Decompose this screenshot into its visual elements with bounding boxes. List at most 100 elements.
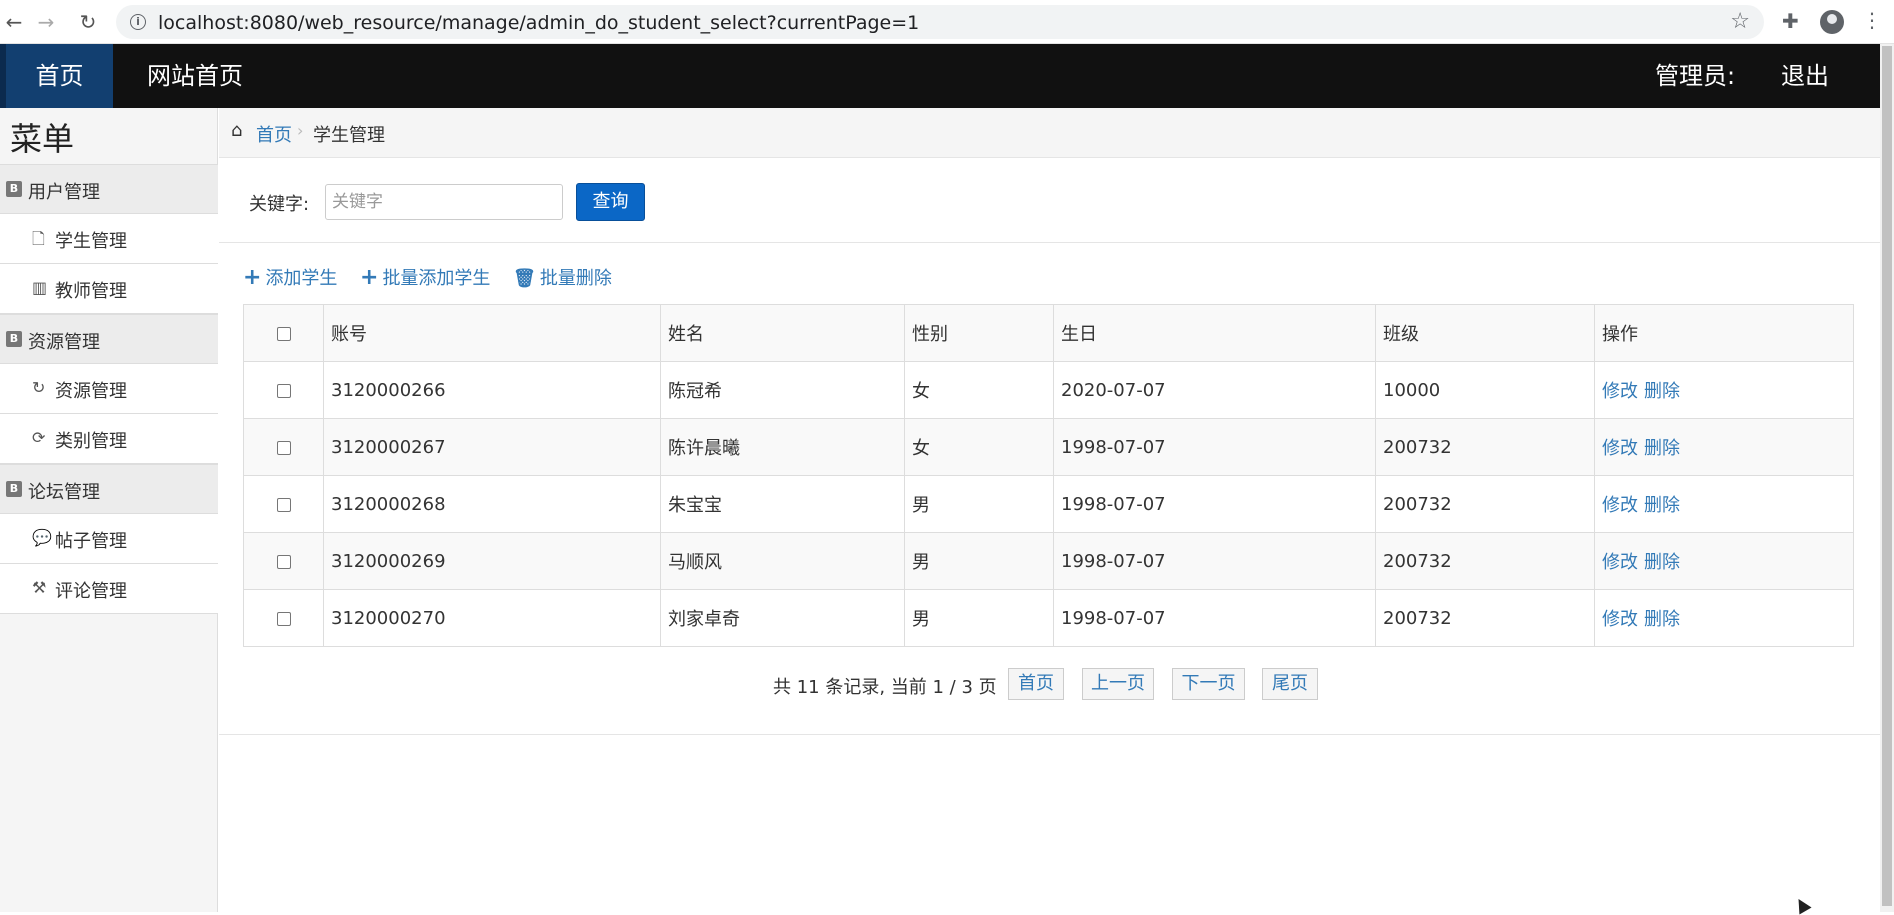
bold-b-icon: B [6,181,22,197]
breadcrumb-separator: › [297,121,304,140]
first-page-button[interactable]: 首页 [1008,668,1064,700]
cell-gender: 女 [904,418,1054,476]
table-row: 3120000270 刘家卓奇 男 1998-07-07 200732 修改 删除 [243,589,1854,647]
address-bar[interactable]: i localhost:8080/web_resource/manage/adm… [116,5,1764,39]
row-checkbox[interactable] [276,611,291,626]
pagination: 共 11 条记录, 当前 1 / 3 页 首页 上一页 下一页 尾页 [243,668,1854,702]
table-header-row: 账号 姓名 性别 生日 班级 操作 [243,304,1854,362]
scrollbar-thumb[interactable] [1882,46,1892,906]
cell-actions: 修改 删除 [1594,361,1854,419]
next-page-button[interactable]: 下一页 [1172,668,1245,700]
table-row: 3120000268 朱宝宝 男 1998-07-07 200732 修改 删除 [243,475,1854,533]
comment-icon: 💬 [32,528,52,547]
cell-name: 刘家卓奇 [660,589,905,647]
cell-account: 3120000270 [323,589,661,647]
row-checkbox[interactable] [276,554,291,569]
sidebar-item-label: 学生管理 [55,231,127,252]
row-checkbox[interactable] [276,497,291,512]
profile-avatar-icon[interactable] [1820,10,1844,34]
student-table: 账号 姓名 性别 生日 班级 操作 3120000266 陈冠希 女 2020-… [243,304,1854,647]
plus-icon: + [243,265,262,290]
sidebar-group-forum[interactable]: B 论坛管理 [0,464,218,514]
batch-delete-label: 批量删除 [539,268,612,289]
breadcrumb-home-link[interactable]: 首页 [256,121,292,147]
batch-add-student-link[interactable]: + 批量添加学生 [360,264,490,290]
cell-name: 朱宝宝 [660,475,905,533]
page-scrollbar[interactable] [1880,44,1894,912]
forward-arrow-icon[interactable]: → [32,8,60,36]
sidebar-item-resources[interactable]: ↻ 资源管理 [0,364,218,414]
edit-link[interactable]: 修改 [1602,495,1638,516]
home-icon: ⌂ [231,120,243,141]
nav-home-link[interactable]: 首页 [0,44,113,108]
last-page-button[interactable]: 尾页 [1262,668,1318,700]
sidebar-item-students[interactable]: 🗋 学生管理 [0,214,218,264]
edit-link[interactable]: 修改 [1602,381,1638,402]
delete-link[interactable]: 删除 [1644,495,1680,516]
edit-link[interactable]: 修改 [1602,438,1638,459]
sidebar-item-label: 教师管理 [55,281,127,302]
row-checkbox[interactable] [276,440,291,455]
extensions-puzzle-icon[interactable]: ✚ [1782,9,1799,33]
delete-link[interactable]: 删除 [1644,609,1680,630]
search-label: 关键字: [249,194,310,215]
search-input[interactable] [325,184,563,220]
browser-toolbar: ← → ↻ i localhost:8080/web_resource/mana… [0,0,1894,44]
nav-site-home-link[interactable]: 网站首页 [140,44,250,108]
sidebar-group-label: 论坛管理 [28,482,100,503]
select-all-cell [243,304,324,362]
cell-birthday: 1998-07-07 [1053,475,1376,533]
edit-link[interactable]: 修改 [1602,609,1638,630]
search-form: 关键字: 查询 [219,158,1880,243]
cell-class: 200732 [1375,418,1595,476]
column-header-gender: 性别 [904,304,1054,362]
sidebar-item-categories[interactable]: ⟳ 类别管理 [0,414,218,464]
admin-label: 管理员: [1654,62,1736,90]
cell-gender: 女 [904,361,1054,419]
bold-b-icon: B [6,481,22,497]
back-arrow-icon[interactable]: ← [0,8,28,36]
row-select-cell [243,361,324,419]
search-button[interactable]: 查询 [576,183,645,221]
sidebar: 菜单 B 用户管理 🗋 学生管理 ▥ 教师管理 B 资源管理 ↻ 资源管理 ⟳ … [0,108,218,912]
batch-delete-link[interactable]: 🗑 批量删除 [513,264,612,290]
bookmark-star-icon[interactable]: ☆ [1730,9,1750,34]
table-row: 3120000267 陈许晨曦 女 1998-07-07 200732 修改 删除 [243,418,1854,476]
browser-menu-icon[interactable]: ⋮ [1862,8,1882,32]
cell-birthday: 1998-07-07 [1053,589,1376,647]
sidebar-item-posts[interactable]: 💬 帖子管理 [0,514,218,564]
select-all-checkbox[interactable] [276,326,291,341]
plus-icon: + [360,265,379,290]
reload-icon[interactable]: ↻ [74,8,102,36]
cell-account: 3120000266 [323,361,661,419]
sidebar-item-label: 资源管理 [55,381,127,402]
row-select-cell [243,418,324,476]
cell-account: 3120000268 [323,475,661,533]
sidebar-item-teachers[interactable]: ▥ 教师管理 [0,264,218,314]
add-student-link[interactable]: + 添加学生 [243,264,337,290]
delete-link[interactable]: 删除 [1644,381,1680,402]
row-select-cell [243,532,324,590]
breadcrumb: ⌂ 首页 › 学生管理 [219,108,1880,158]
info-icon[interactable]: i [130,14,146,30]
table-row: 3120000266 陈冠希 女 2020-07-07 10000 修改 删除 [243,361,1854,419]
delete-link[interactable]: 删除 [1644,438,1680,459]
edit-link[interactable]: 修改 [1602,552,1638,573]
breadcrumb-current: 学生管理 [313,125,385,146]
logout-link[interactable]: 退出 [1770,44,1840,108]
sidebar-item-comments[interactable]: ⚒ 评论管理 [0,564,218,614]
delete-link[interactable]: 删除 [1644,552,1680,573]
cell-gender: 男 [904,532,1054,590]
table-row: 3120000269 马顺风 男 1998-07-07 200732 修改 删除 [243,532,1854,590]
sidebar-group-label: 资源管理 [28,332,100,353]
prev-page-button[interactable]: 上一页 [1082,668,1154,700]
sidebar-group-resources[interactable]: B 资源管理 [0,314,218,364]
row-select-cell [243,475,324,533]
row-checkbox[interactable] [276,383,291,398]
refresh-icon: ↻ [32,378,46,397]
url-text[interactable]: localhost:8080/web_resource/manage/admin… [158,12,919,34]
sidebar-group-label: 用户管理 [28,182,100,203]
trash-icon: 🗑 [513,268,536,289]
cell-birthday: 1998-07-07 [1053,418,1376,476]
sidebar-group-users[interactable]: B 用户管理 [0,164,218,214]
